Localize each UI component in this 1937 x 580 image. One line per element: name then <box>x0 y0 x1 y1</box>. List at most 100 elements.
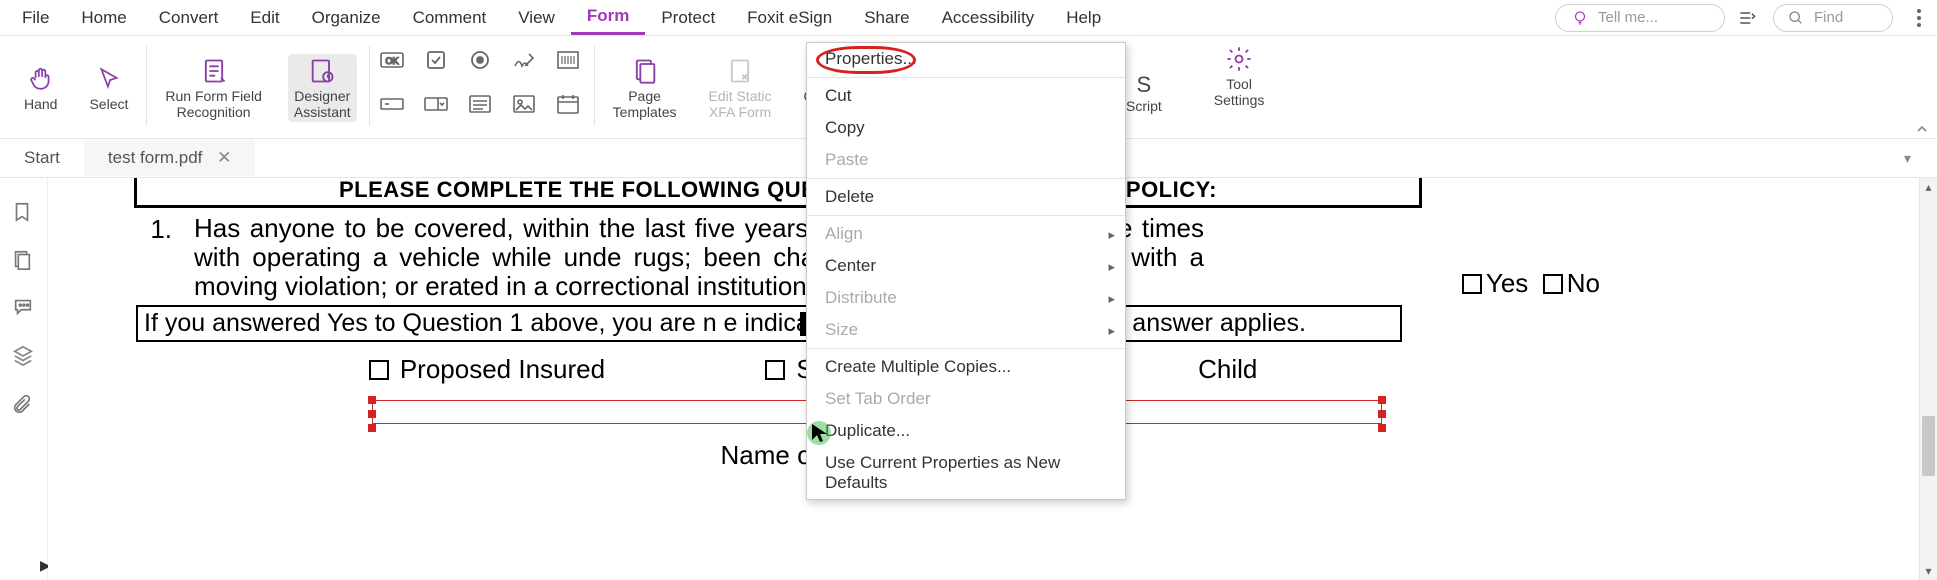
designer-assistant-label: Designer Assistant <box>294 88 351 120</box>
dropdown-field-icon[interactable] <box>420 88 452 120</box>
instruction-banner: PLEASE COMPLETE THE FOLLOWING QUESTIONS … <box>134 178 1422 208</box>
textfield-ok-icon[interactable]: OK <box>376 44 408 76</box>
ctx-size: Size <box>807 314 1125 346</box>
resize-handle-br[interactable] <box>1378 424 1386 432</box>
page-templates-icon <box>630 56 660 86</box>
ctx-copy[interactable]: Copy <box>807 112 1125 144</box>
left-side-panel: ▶ <box>0 178 48 580</box>
question-number: 1. <box>138 214 172 245</box>
form-field-types-grid: OK <box>372 40 548 128</box>
ctx-sep-4 <box>807 348 1125 349</box>
menu-protect[interactable]: Protect <box>645 2 731 34</box>
search-icon <box>1784 6 1808 30</box>
find-placeholder: Find <box>1814 9 1843 26</box>
tool-settings-label: Tool Settings <box>1214 76 1265 108</box>
pages-icon[interactable] <box>11 248 37 274</box>
radio-field-icon[interactable] <box>464 44 496 76</box>
ctx-center[interactable]: Center <box>807 250 1125 282</box>
image-field-icon[interactable] <box>508 88 540 120</box>
date-field-icon[interactable] <box>552 88 584 120</box>
tellme-search[interactable]: Tell me... <box>1555 4 1725 32</box>
scroll-up-button[interactable]: ▴ <box>1920 178 1937 196</box>
designer-assistant-button[interactable]: Designer Assistant <box>288 54 357 122</box>
find-search[interactable]: Find <box>1773 4 1893 32</box>
comments-icon[interactable] <box>11 296 37 322</box>
edit-static-label: Edit Static XFA Form <box>708 88 771 120</box>
menu-view[interactable]: View <box>502 2 571 34</box>
resize-handle-tr[interactable] <box>1378 396 1386 404</box>
close-icon[interactable]: ✕ <box>217 148 231 167</box>
layers-icon[interactable] <box>11 344 37 370</box>
menu-help[interactable]: Help <box>1050 2 1117 34</box>
attachments-icon[interactable] <box>11 392 37 418</box>
signature-field-icon[interactable] <box>508 44 540 76</box>
yes-no-choices: Yes No <box>1462 268 1600 299</box>
script-partial-s: S <box>1137 72 1152 98</box>
hand-tool-button[interactable]: Hand <box>18 62 63 114</box>
context-menu: Properties... Cut Copy Paste Delete Alig… <box>806 42 1126 500</box>
page-templates-button[interactable]: Page Templates <box>607 54 683 122</box>
resize-handle-ml[interactable] <box>368 410 376 418</box>
checkbox-spouse[interactable] <box>765 360 785 380</box>
edit-static-icon <box>725 56 755 86</box>
textfield-small-icon[interactable] <box>376 88 408 120</box>
list-filter-icon[interactable] <box>1735 6 1759 30</box>
svg-text:OK: OK <box>385 56 398 66</box>
tab-start[interactable]: Start <box>0 140 84 176</box>
listbox-field-icon[interactable] <box>464 88 496 120</box>
menu-convert[interactable]: Convert <box>143 2 235 34</box>
ctx-duplicate[interactable]: Duplicate... <box>807 415 1125 447</box>
resize-handle-tl[interactable] <box>368 396 376 404</box>
vertical-scrollbar[interactable]: ▴ ▾ <box>1919 178 1937 580</box>
tool-settings-button[interactable]: Tool Settings <box>1208 42 1271 116</box>
instruction-note-box: If you answered Yes to Question 1 above,… <box>136 305 1402 342</box>
scroll-track[interactable] <box>1920 196 1937 562</box>
designer-assistant-icon <box>307 56 337 86</box>
option-child: Child <box>1198 354 1257 384</box>
barcode-field-icon[interactable] <box>552 44 584 76</box>
ctx-cut[interactable]: Cut <box>807 80 1125 112</box>
menu-share[interactable]: Share <box>848 2 925 34</box>
menu-form[interactable]: Form <box>571 0 646 35</box>
hand-icon <box>26 64 56 94</box>
select-tool-button[interactable]: Select <box>83 62 134 114</box>
ctx-delete[interactable]: Delete <box>807 181 1125 213</box>
ctx-sep-2 <box>807 178 1125 179</box>
scroll-thumb[interactable] <box>1922 416 1935 476</box>
ribbon-collapse-button[interactable] <box>1915 122 1929 136</box>
resize-handle-mr[interactable] <box>1378 410 1386 418</box>
checkbox-proposed-insured[interactable] <box>369 360 389 380</box>
ctx-properties[interactable]: Properties... <box>807 43 1125 75</box>
tellme-placeholder: Tell me... <box>1598 9 1658 26</box>
scroll-down-button[interactable]: ▾ <box>1920 562 1937 580</box>
run-form-recognition-button[interactable]: Run Form Field Recognition <box>159 54 267 122</box>
ctx-set-tab-order: Set Tab Order <box>807 383 1125 415</box>
checkbox-field-icon[interactable] <box>420 44 452 76</box>
menu-organize[interactable]: Organize <box>296 2 397 34</box>
cursor-icon <box>94 64 124 94</box>
checkbox-yes[interactable] <box>1462 274 1482 294</box>
ribbon-right-peek: S Script Tool Settings <box>1120 36 1270 116</box>
checkbox-no[interactable] <box>1543 274 1563 294</box>
tabs-dropdown-button[interactable]: ▾ <box>1898 144 1917 173</box>
kebab-menu-icon[interactable] <box>1907 6 1931 30</box>
menu-edit[interactable]: Edit <box>234 2 295 34</box>
script-button[interactable]: S Script <box>1120 42 1168 116</box>
menu-accessibility[interactable]: Accessibility <box>926 2 1051 34</box>
ctx-distribute: Distribute <box>807 282 1125 314</box>
menu-home[interactable]: Home <box>65 2 142 34</box>
menu-comment[interactable]: Comment <box>397 2 503 34</box>
menu-file[interactable]: File <box>6 2 65 34</box>
ctx-create-multiple-copies[interactable]: Create Multiple Copies... <box>807 351 1125 383</box>
tab-test-form[interactable]: test form.pdf ✕ <box>84 140 255 176</box>
form-field-types-grid-2 <box>548 40 592 128</box>
script-label: Script <box>1126 98 1162 114</box>
bookmark-icon[interactable] <box>11 200 37 226</box>
resize-handle-bl[interactable] <box>368 424 376 432</box>
option-proposed-insured: Proposed Insured <box>400 354 605 384</box>
yes-label: Yes <box>1486 268 1528 298</box>
menu-foxit-esign[interactable]: Foxit eSign <box>731 2 848 34</box>
select-label: Select <box>89 96 128 112</box>
ctx-use-current-defaults[interactable]: Use Current Properties as New Defaults <box>807 447 1125 499</box>
no-label: No <box>1567 268 1600 298</box>
